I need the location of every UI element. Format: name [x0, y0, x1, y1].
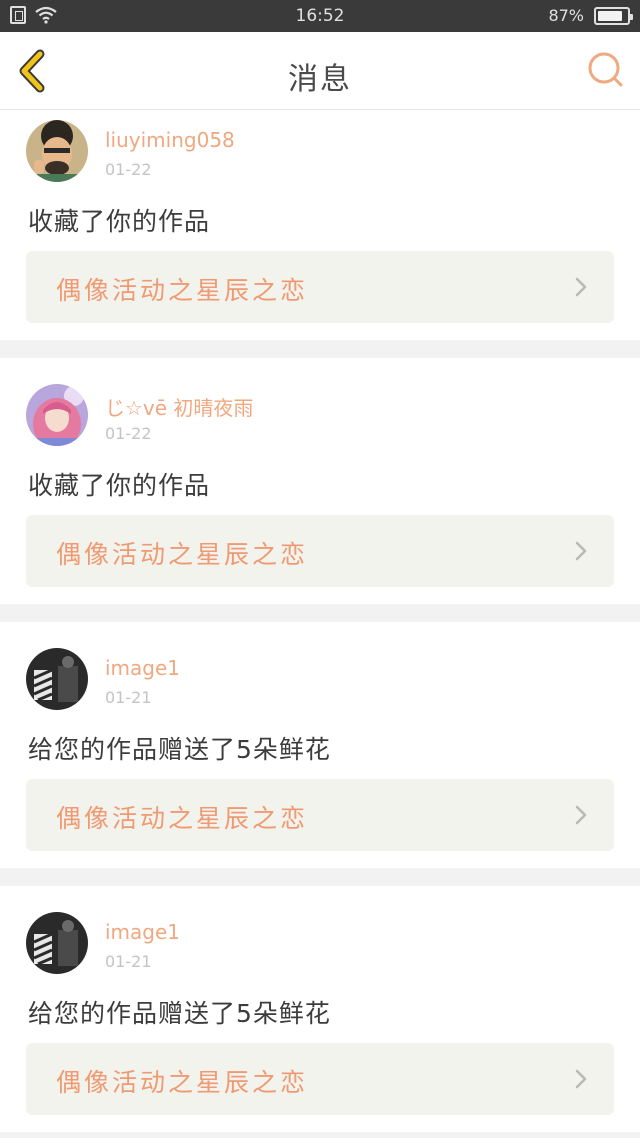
avatar[interactable]	[26, 912, 88, 974]
message-date: 01-21	[105, 952, 152, 971]
status-bar: 16:52 87%	[0, 0, 640, 32]
chevron-right-icon	[575, 541, 587, 561]
message-date: 01-22	[105, 160, 152, 179]
message-card: じ☆vē 初晴夜雨 01-22 收藏了你的作品 偶像活动之星辰之恋	[0, 358, 640, 604]
work-title: 偶像活动之星辰之恋	[56, 1068, 309, 1097]
message-text: 给您的作品赠送了5朵鲜花	[28, 735, 331, 764]
battery-level	[598, 10, 623, 21]
message-card: liuyiming058 01-22 收藏了你的作品 偶像活动之星辰之恋	[0, 110, 640, 340]
work-link[interactable]: 偶像活动之星辰之恋	[26, 1043, 614, 1115]
search-button[interactable]	[586, 50, 626, 90]
work-link[interactable]: 偶像活动之星辰之恋	[26, 779, 614, 851]
work-link[interactable]: 偶像活动之星辰之恋	[26, 251, 614, 323]
status-right: 87%	[548, 6, 633, 25]
message-date: 01-21	[105, 688, 152, 707]
message-card: image1 01-21 给您的作品赠送了5朵鲜花 偶像活动之星辰之恋	[0, 622, 640, 868]
username[interactable]: じ☆vē 初晴夜雨	[105, 392, 253, 421]
chevron-right-icon	[575, 1069, 587, 1089]
avatar[interactable]	[26, 648, 88, 710]
username[interactable]: image1	[105, 920, 180, 944]
message-text: 收藏了你的作品	[28, 471, 211, 500]
username[interactable]: liuyiming058	[105, 128, 235, 152]
work-title: 偶像活动之星辰之恋	[56, 276, 309, 305]
battery-icon	[594, 6, 633, 25]
message-text: 给您的作品赠送了5朵鲜花	[28, 999, 331, 1028]
avatar[interactable]	[26, 384, 88, 446]
app-header: 消息	[0, 32, 640, 110]
chevron-right-icon	[575, 805, 587, 825]
avatar[interactable]	[26, 120, 88, 182]
message-card: image1 01-21 给您的作品赠送了5朵鲜花 偶像活动之星辰之恋	[0, 886, 640, 1132]
work-link[interactable]: 偶像活动之星辰之恋	[26, 515, 614, 587]
status-time: 16:52	[295, 6, 345, 26]
chevron-right-icon	[575, 277, 587, 297]
message-date: 01-22	[105, 424, 152, 443]
search-icon	[588, 52, 623, 87]
username[interactable]: image1	[105, 656, 180, 680]
work-title: 偶像活动之星辰之恋	[56, 540, 309, 569]
message-text: 收藏了你的作品	[28, 207, 211, 236]
page-title: 消息	[288, 62, 352, 97]
work-title: 偶像活动之星辰之恋	[56, 804, 309, 833]
battery-percent: 87%	[548, 6, 584, 25]
